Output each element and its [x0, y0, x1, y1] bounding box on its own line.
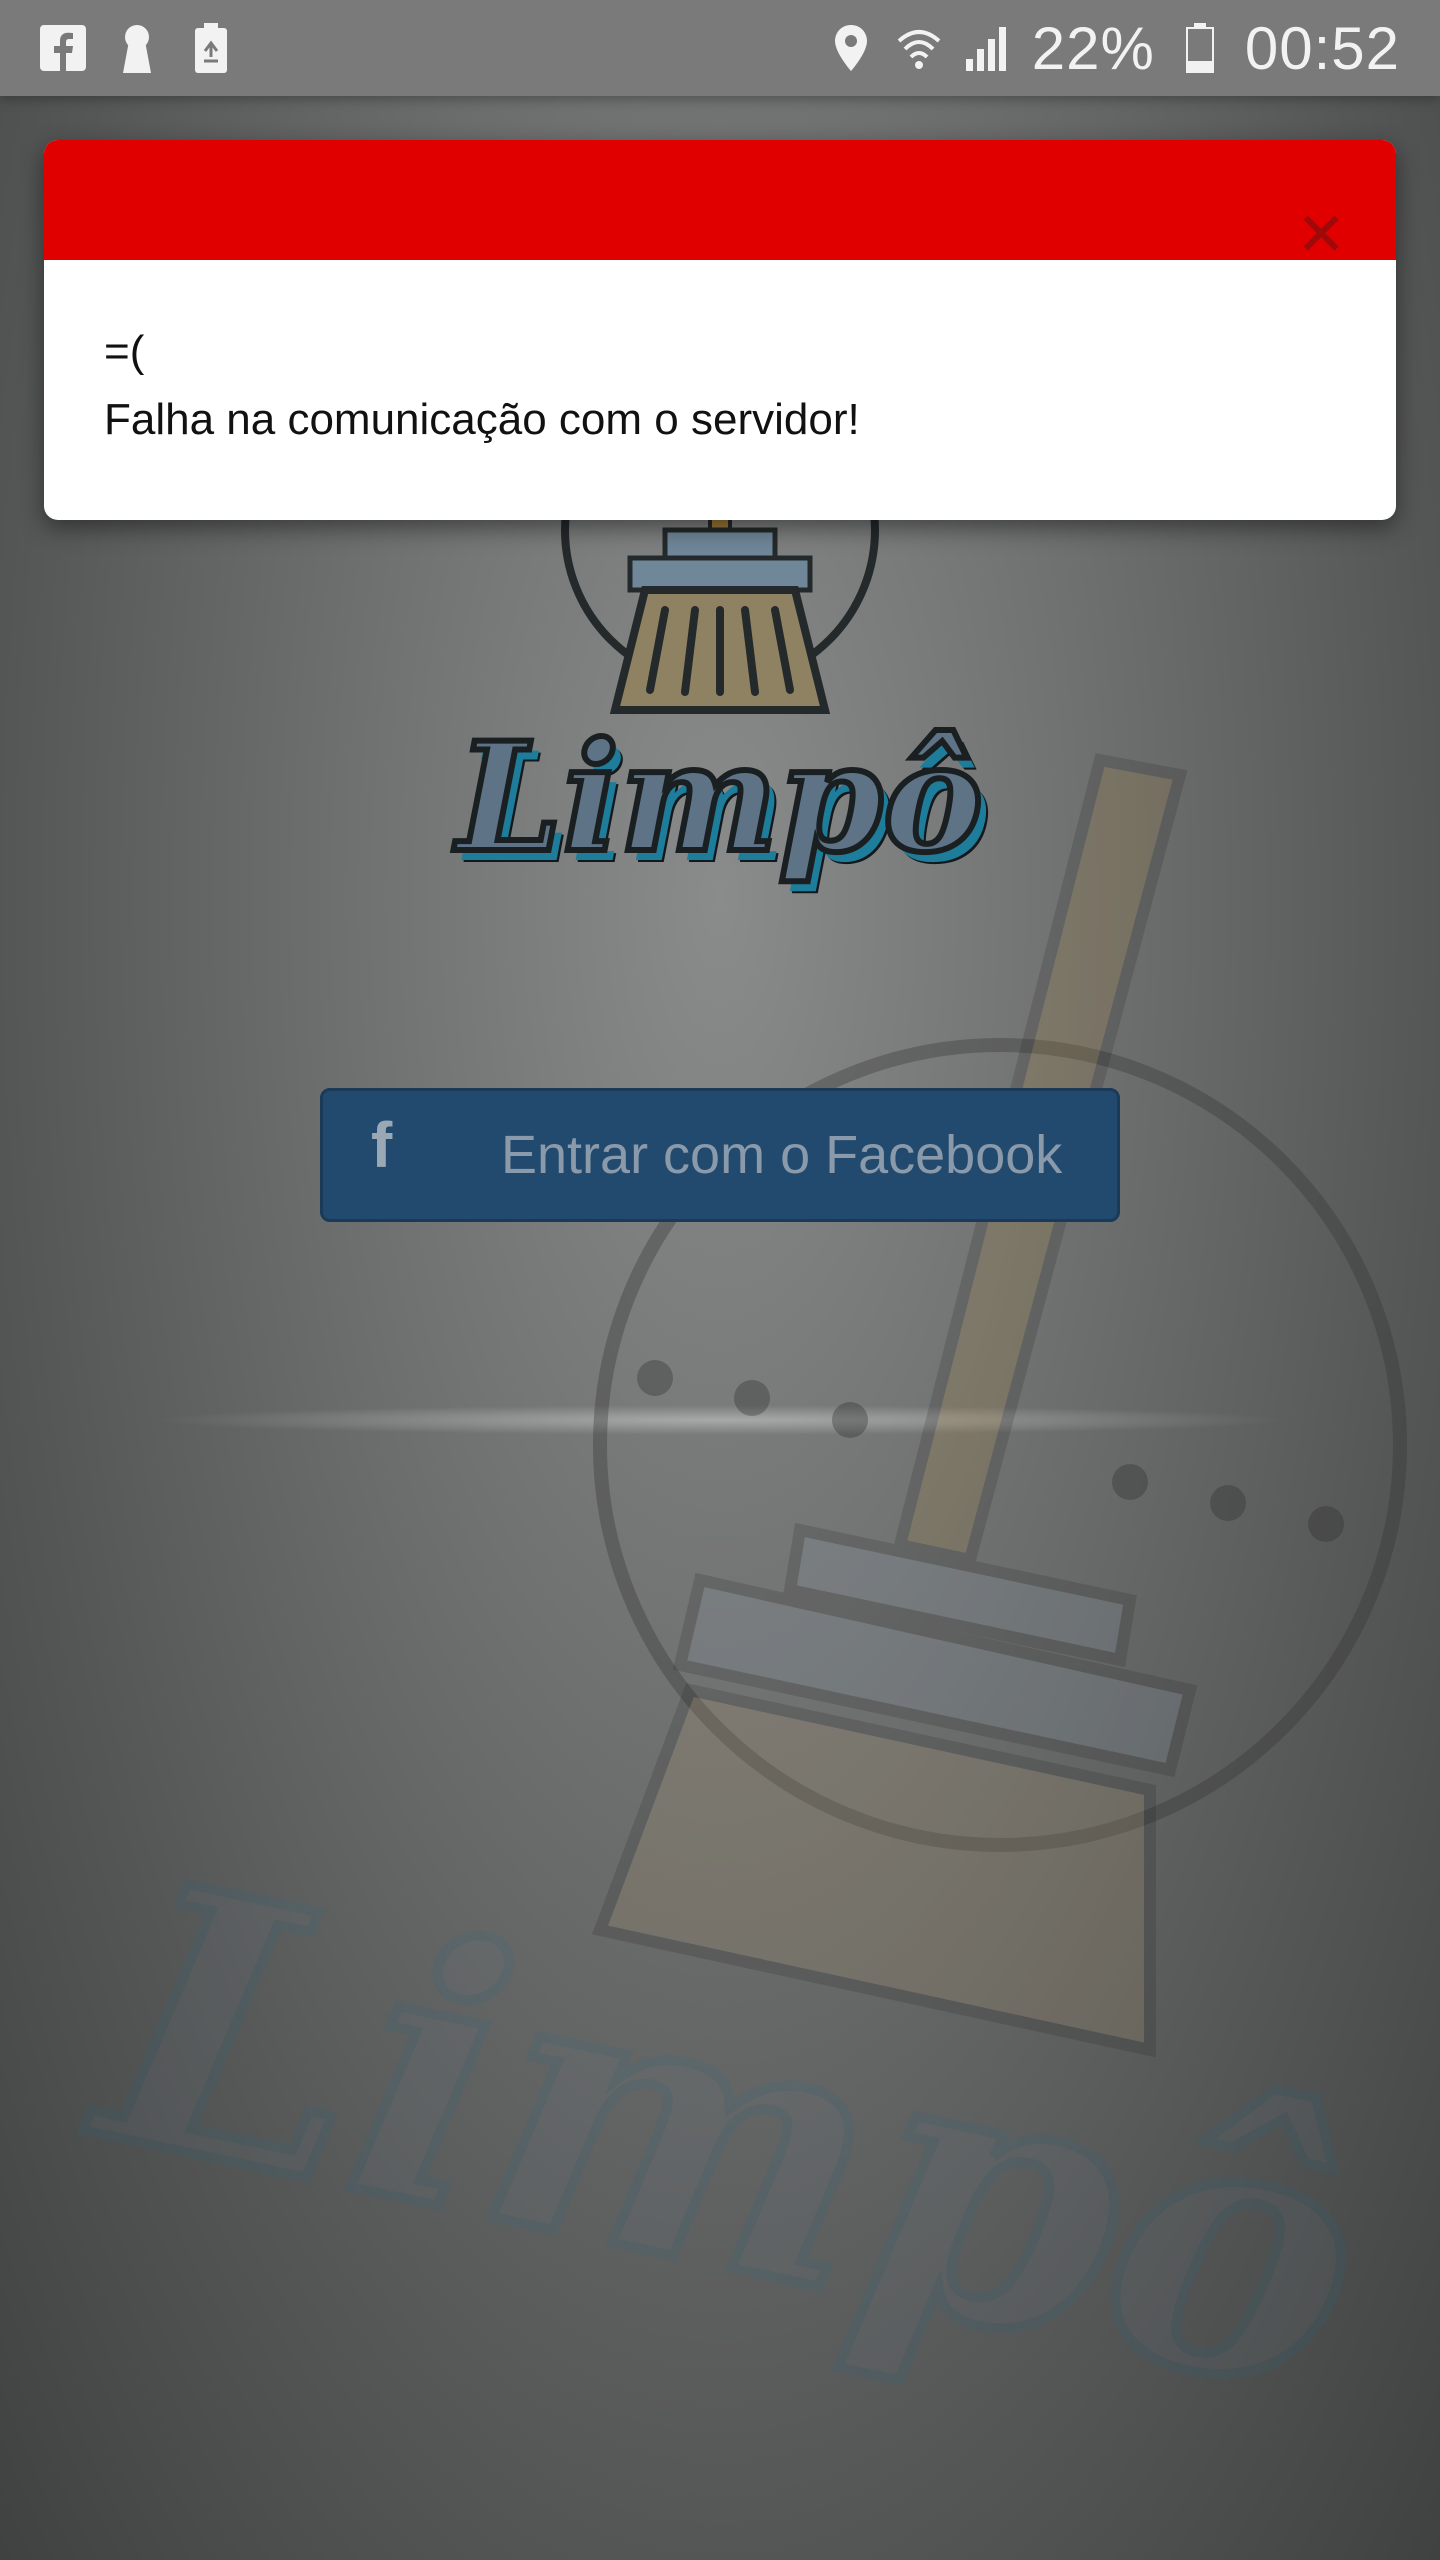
battery-saver-icon	[188, 23, 234, 73]
signal-icon	[964, 23, 1010, 73]
status-bar: 22% 00:52	[0, 0, 1440, 96]
alert-header-bar	[44, 140, 1396, 260]
facebook-icon: f	[371, 1109, 393, 1181]
clock: 00:52	[1244, 14, 1400, 82]
facebook-login-button[interactable]: f Entrar com o Facebook	[320, 1088, 1120, 1222]
location-icon	[828, 23, 874, 73]
close-icon[interactable]: ✕	[1296, 205, 1346, 265]
svg-text:Limpô: Limpô	[62, 1799, 1396, 2478]
battery-icon	[1177, 23, 1223, 73]
facebook-notification-icon	[40, 23, 86, 73]
background-shine	[150, 1405, 1290, 1435]
alert-body: =( Falha na comunicação com o servidor!	[104, 318, 1336, 454]
wifi-icon	[896, 23, 942, 73]
status-bar-left	[0, 23, 234, 73]
facebook-login-label: Entrar com o Facebook	[501, 1125, 1063, 1185]
alert-message: Falha na comunicação com o servidor!	[104, 395, 860, 444]
status-bar-right: 22% 00:52	[828, 14, 1440, 83]
alert-emoticon: =(	[104, 327, 145, 376]
keyhole-icon	[114, 23, 160, 73]
error-alert-dialog: ✕ =( Falha na comunicação com o servidor…	[44, 140, 1396, 520]
app-logo-wordmark: Limpô	[454, 707, 986, 889]
battery-percent: 22%	[1031, 14, 1155, 82]
